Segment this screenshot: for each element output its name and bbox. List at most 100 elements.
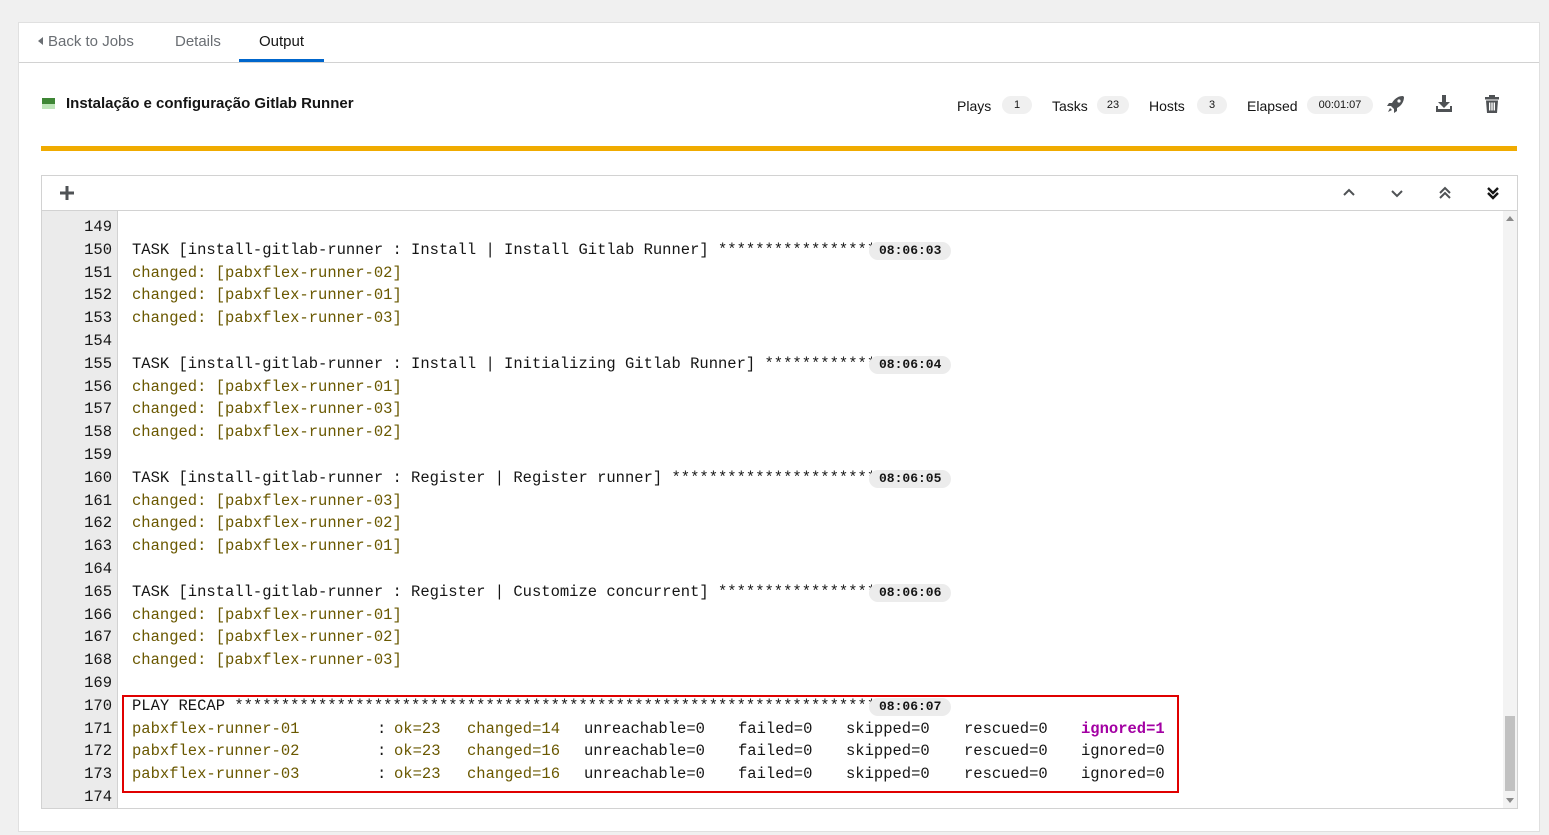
output-line-text: changed: [pabxflex-runner-02] xyxy=(132,423,402,442)
line-number: 162 xyxy=(84,514,112,533)
recap-unreachable: unreachable=0 xyxy=(584,765,705,784)
tasks-badge: 23 xyxy=(1097,96,1129,114)
output-line: 156 changed: [pabxflex-runner-01] xyxy=(42,376,1502,399)
expand-all-button[interactable] xyxy=(56,182,78,204)
output-line: 158 changed: [pabxflex-runner-02] xyxy=(42,421,1502,444)
job-tabs: Back to Jobs Details Output xyxy=(19,23,1539,63)
tab-details[interactable]: Details xyxy=(175,23,221,61)
double-chevron-up-icon xyxy=(1439,186,1451,199)
rocket-icon xyxy=(1387,96,1404,113)
task-header-text: TASK [install-gitlab-runner : Install | … xyxy=(132,240,877,259)
job-card: Back to Jobs Details Output Instalação e… xyxy=(18,22,1540,832)
output-scrollbar[interactable] xyxy=(1503,211,1517,808)
recap-changed: changed=16 xyxy=(467,765,561,784)
output-line: 165 TASK [install-gitlab-runner : Registe… xyxy=(42,581,1502,604)
task-header-text: TASK [install-gitlab-runner : Register |… xyxy=(132,468,877,487)
chevron-down-icon xyxy=(1391,190,1403,198)
scroll-down-arrow-icon[interactable] xyxy=(1506,798,1514,803)
output-line: 174 xyxy=(42,786,1502,808)
output-toolbar xyxy=(42,176,1517,211)
line-number: 169 xyxy=(84,674,112,692)
line-number: 168 xyxy=(84,651,112,670)
double-chevron-down-icon xyxy=(1487,187,1499,200)
line-number: 152 xyxy=(84,286,112,305)
line-number: 164 xyxy=(84,560,112,578)
recap-row: 171 pabxflex-runner-01: ok=23 changed=14 unr… xyxy=(42,718,1502,741)
relaunch-button[interactable] xyxy=(1385,93,1407,115)
line-number: 166 xyxy=(84,605,112,624)
download-button[interactable] xyxy=(1433,93,1455,115)
line-number: 163 xyxy=(84,537,112,556)
timestamp-badge: 08:06:03 xyxy=(869,241,952,260)
scroll-next-button[interactable] xyxy=(1386,182,1408,204)
tasks-label: Tasks xyxy=(1052,98,1088,114)
recap-unreachable: unreachable=0 xyxy=(584,719,705,738)
trash-icon xyxy=(1485,95,1499,113)
line-number: 174 xyxy=(84,788,112,806)
output-line: 157 changed: [pabxflex-runner-03] xyxy=(42,398,1502,421)
download-icon xyxy=(1436,95,1452,112)
scroll-previous-button[interactable] xyxy=(1338,182,1360,204)
job-progress-bar xyxy=(41,146,1517,151)
task-header-text: PLAY RECAP *****************************… xyxy=(132,696,877,715)
recap-row: 173 pabxflex-runner-03: ok=23 changed=16 unr… xyxy=(42,763,1502,786)
line-number: 167 xyxy=(84,628,112,647)
job-header: Instalação e configuração Gitlab Runner … xyxy=(41,93,1521,119)
timestamp-badge: 08:06:05 xyxy=(869,469,952,488)
scroll-up-arrow-icon[interactable] xyxy=(1506,216,1514,221)
output-line: 163 changed: [pabxflex-runner-01] xyxy=(42,535,1502,558)
output-line-text: changed: [pabxflex-runner-01] xyxy=(132,286,402,305)
plays-label: Plays xyxy=(957,98,992,114)
plays-badge: 1 xyxy=(1002,96,1032,114)
output-lines: 149 150 TASK [install-gitlab-runner : Inst… xyxy=(42,211,1502,808)
line-number: 149 xyxy=(84,218,112,236)
output-line: 170 PLAY RECAP **************************… xyxy=(42,695,1502,718)
recap-separator: : xyxy=(377,719,387,738)
recap-skipped: skipped=0 xyxy=(846,765,930,784)
line-number: 160 xyxy=(84,468,112,487)
line-number: 158 xyxy=(84,423,112,442)
output-line: 149 xyxy=(42,216,1502,239)
recap-skipped: skipped=0 xyxy=(846,742,930,761)
tab-output[interactable]: Output xyxy=(239,23,324,62)
recap-host: pabxflex-runner-02 xyxy=(132,742,300,761)
tab-back-to-jobs[interactable]: Back to Jobs xyxy=(38,23,134,61)
scroll-first-button[interactable] xyxy=(1434,182,1456,204)
recap-host: pabxflex-runner-03 xyxy=(132,765,300,784)
recap-failed: failed=0 xyxy=(738,719,813,738)
output-line-text: changed: [pabxflex-runner-02] xyxy=(132,514,402,533)
hosts-badge: 3 xyxy=(1197,96,1227,114)
output-line-text: changed: [pabxflex-runner-03] xyxy=(132,309,402,328)
timestamp-badge: 08:06:06 xyxy=(869,583,952,602)
line-number: 172 xyxy=(84,742,112,761)
output-line-text: changed: [pabxflex-runner-01] xyxy=(132,537,402,556)
recap-rescued: rescued=0 xyxy=(964,742,1048,761)
output-line: 154 xyxy=(42,330,1502,353)
recap-separator: : xyxy=(377,765,387,784)
scroll-last-button[interactable] xyxy=(1482,182,1504,204)
task-header-text: TASK [install-gitlab-runner : Install | … xyxy=(132,354,877,373)
line-number: 159 xyxy=(84,446,112,464)
output-line: 160 TASK [install-gitlab-runner : Registe… xyxy=(42,467,1502,490)
output-line: 162 changed: [pabxflex-runner-02] xyxy=(42,512,1502,535)
output-line: 159 xyxy=(42,444,1502,467)
output-line: 153 changed: [pabxflex-runner-03] xyxy=(42,307,1502,330)
output-line: 161 changed: [pabxflex-runner-03] xyxy=(42,490,1502,513)
recap-failed: failed=0 xyxy=(738,742,813,761)
line-number: 153 xyxy=(84,309,112,328)
recap-ignored: ignored=1 xyxy=(1081,719,1165,738)
caret-left-icon xyxy=(38,37,43,45)
line-number: 156 xyxy=(84,377,112,396)
line-number: 173 xyxy=(84,765,112,784)
recap-ok: ok=23 xyxy=(394,719,441,738)
scroll-thumb[interactable] xyxy=(1505,716,1515,791)
delete-button[interactable] xyxy=(1481,93,1503,115)
output-line: 152 changed: [pabxflex-runner-01] xyxy=(42,284,1502,307)
recap-changed: changed=16 xyxy=(467,742,561,761)
recap-failed: failed=0 xyxy=(738,765,813,784)
output-line-text: changed: [pabxflex-runner-02] xyxy=(132,628,402,647)
line-number: 161 xyxy=(84,491,112,510)
line-number: 154 xyxy=(84,332,112,350)
output-line-text: changed: [pabxflex-runner-01] xyxy=(132,605,402,624)
output-line: 151 changed: [pabxflex-runner-02] xyxy=(42,262,1502,285)
